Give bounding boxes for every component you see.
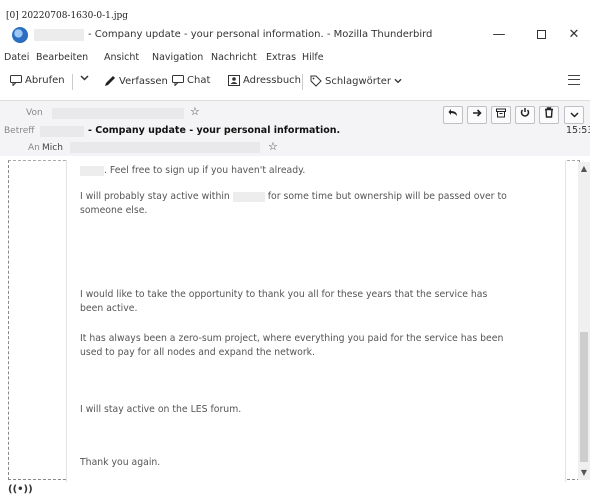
chat-bubble-icon: [10, 75, 22, 86]
message-paragraph: It has always been a zero-sum project, w…: [80, 333, 504, 358]
address-book-button[interactable]: Adressbuch: [228, 75, 301, 86]
get-mail-button[interactable]: Abrufen: [10, 75, 65, 86]
to-name[interactable]: Mich: [42, 143, 63, 153]
thunderbird-logo-icon: [12, 27, 28, 43]
menu-bearbeiten[interactable]: Bearbeiten: [36, 52, 88, 63]
to-label: An: [28, 143, 40, 153]
title-bar: - Company update - your personal informa…: [0, 22, 590, 48]
message-header: Von ☆ Betreff - Company update - your pe…: [0, 100, 590, 156]
to-redaction: [70, 142, 260, 153]
delete-button[interactable]: [539, 106, 559, 124]
subject-label: Betreff: [4, 126, 35, 136]
message-paragraph: I would like to take the opportunity to …: [80, 289, 488, 314]
address-book-label: Adressbuch: [243, 75, 301, 86]
tags-label: Schlagwörter: [325, 75, 392, 87]
app-menu-icon[interactable]: [568, 75, 580, 85]
message-paragraph: . Feel free to sign up if you haven't al…: [80, 164, 510, 178]
menu-bar: Datei Bearbeiten Ansicht Navigation Nach…: [0, 50, 590, 67]
scroll-down-icon[interactable]: ▼: [578, 466, 590, 480]
inline-redaction: [80, 165, 104, 176]
reply-icon: [448, 109, 457, 116]
inline-redaction: [232, 191, 265, 202]
scroll-thumb[interactable]: [580, 332, 588, 462]
status-bar: ((•)): [0, 484, 590, 497]
get-mail-dropdown[interactable]: [80, 75, 89, 81]
window-title: - Company update - your personal informa…: [88, 29, 433, 40]
file-label: [0] 20220708-1630-0-1.jpg: [6, 11, 129, 21]
chat-label: Chat: [187, 75, 211, 86]
menu-extras[interactable]: Extras: [266, 52, 296, 63]
menu-nachricht[interactable]: Nachricht: [211, 52, 257, 63]
trash-icon: [545, 107, 553, 118]
toolbar-separator: [302, 74, 303, 90]
toolbar-separator: [72, 74, 73, 90]
from-redaction: [52, 108, 184, 119]
maximize-icon: [536, 30, 546, 39]
scroll-up-icon[interactable]: ▲: [578, 162, 590, 176]
star-icon[interactable]: ☆: [190, 105, 200, 118]
compose-button[interactable]: Verfassen: [104, 75, 168, 87]
forward-icon: [473, 109, 482, 117]
paragraph-text: I will probably stay active within: [80, 191, 230, 202]
subject-redaction: [40, 126, 84, 137]
reply-button[interactable]: [443, 106, 463, 124]
menu-ansicht[interactable]: Ansicht: [104, 52, 139, 63]
forward-button[interactable]: [467, 106, 487, 124]
tags-button[interactable]: Schlagwörter: [310, 75, 402, 87]
message-time: 15:53: [566, 125, 590, 136]
archive-icon: [496, 108, 506, 118]
paragraph-text: . Feel free to sign up if you haven't al…: [104, 165, 306, 176]
tag-icon: [310, 75, 322, 87]
online-status-icon[interactable]: ((•)): [8, 484, 33, 495]
vertical-scrollbar[interactable]: ▲ ▼: [578, 162, 590, 480]
subject-text: - Company update - your personal informa…: [88, 125, 341, 136]
pencil-icon: [105, 76, 115, 86]
minimize-button[interactable]: —: [484, 24, 514, 46]
chevron-down-icon: [80, 75, 89, 81]
address-book-icon: [228, 75, 240, 86]
message-paragraph: Thank you again.: [80, 457, 161, 468]
chat-button[interactable]: Chat: [172, 75, 210, 86]
junk-icon: [520, 108, 530, 117]
chevron-down-icon: [394, 78, 402, 84]
menu-navigation[interactable]: Navigation: [152, 52, 203, 63]
more-button[interactable]: [564, 106, 584, 124]
message-paragraph: I will probably stay active within for s…: [80, 190, 510, 218]
menu-datei[interactable]: Datei: [4, 52, 29, 63]
compose-label: Verfassen: [119, 75, 168, 87]
chat-icon: [172, 75, 184, 86]
title-redaction: [34, 29, 84, 41]
archive-button[interactable]: [491, 106, 511, 124]
menu-hilfe[interactable]: Hilfe: [302, 52, 324, 63]
main-toolbar: Abrufen Verfassen Chat Adressbuch Schlag…: [0, 70, 590, 94]
chevron-down-icon: [569, 112, 579, 118]
close-button[interactable]: ✕: [559, 24, 589, 46]
get-mail-label: Abrufen: [25, 75, 65, 86]
star-icon[interactable]: ☆: [268, 140, 278, 153]
junk-button[interactable]: [515, 106, 535, 124]
message-paragraph: I will stay active on the LES forum.: [80, 404, 242, 415]
maximize-button[interactable]: [526, 24, 556, 46]
from-label: Von: [26, 108, 43, 118]
